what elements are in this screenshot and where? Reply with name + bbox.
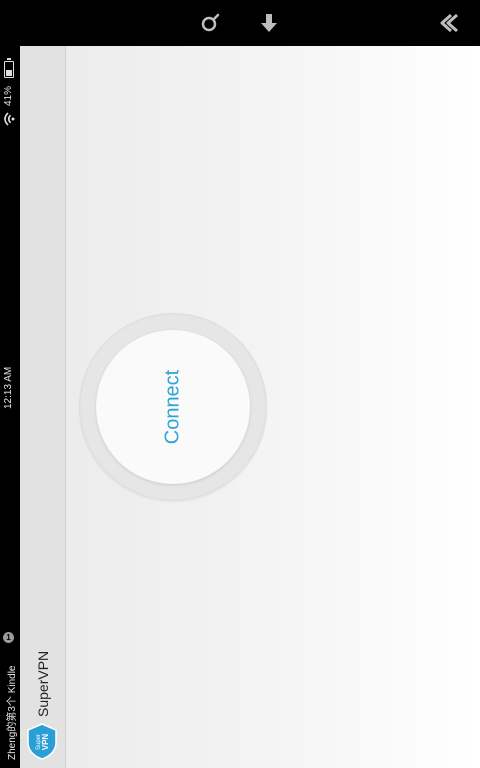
connect-label: Connect: [161, 369, 184, 445]
clock-time: 12:13 AM: [3, 366, 14, 409]
battery-percent: 41%: [3, 85, 14, 106]
back-button[interactable]: [432, 6, 466, 40]
notification-badge[interactable]: 1: [3, 632, 14, 643]
search-button[interactable]: [193, 6, 227, 40]
back-icon: [440, 13, 458, 33]
status-bar: 41% 12:13 AM 1 Zheng的第3个 Kindle: [0, 0, 20, 768]
search-icon: [201, 13, 220, 32]
app-title: SuperVPN: [35, 650, 51, 717]
download-button[interactable]: [252, 6, 286, 40]
wifi-icon: [4, 112, 15, 126]
app-screen: 41% 12:13 AM 1 Zheng的第3个 Kindle Super VP…: [0, 0, 480, 768]
battery-icon: [4, 58, 14, 78]
supervpn-logo-icon[interactable]: Super VPN: [25, 722, 59, 760]
device-name: Zheng的第3个 Kindle: [7, 665, 18, 761]
navigation-bar: [20, 0, 480, 46]
download-icon: [261, 14, 277, 32]
logo-text-bottom: VPN: [41, 734, 50, 751]
connect-button[interactable]: Connect: [96, 330, 250, 484]
connect-ring: Connect: [79, 313, 267, 501]
